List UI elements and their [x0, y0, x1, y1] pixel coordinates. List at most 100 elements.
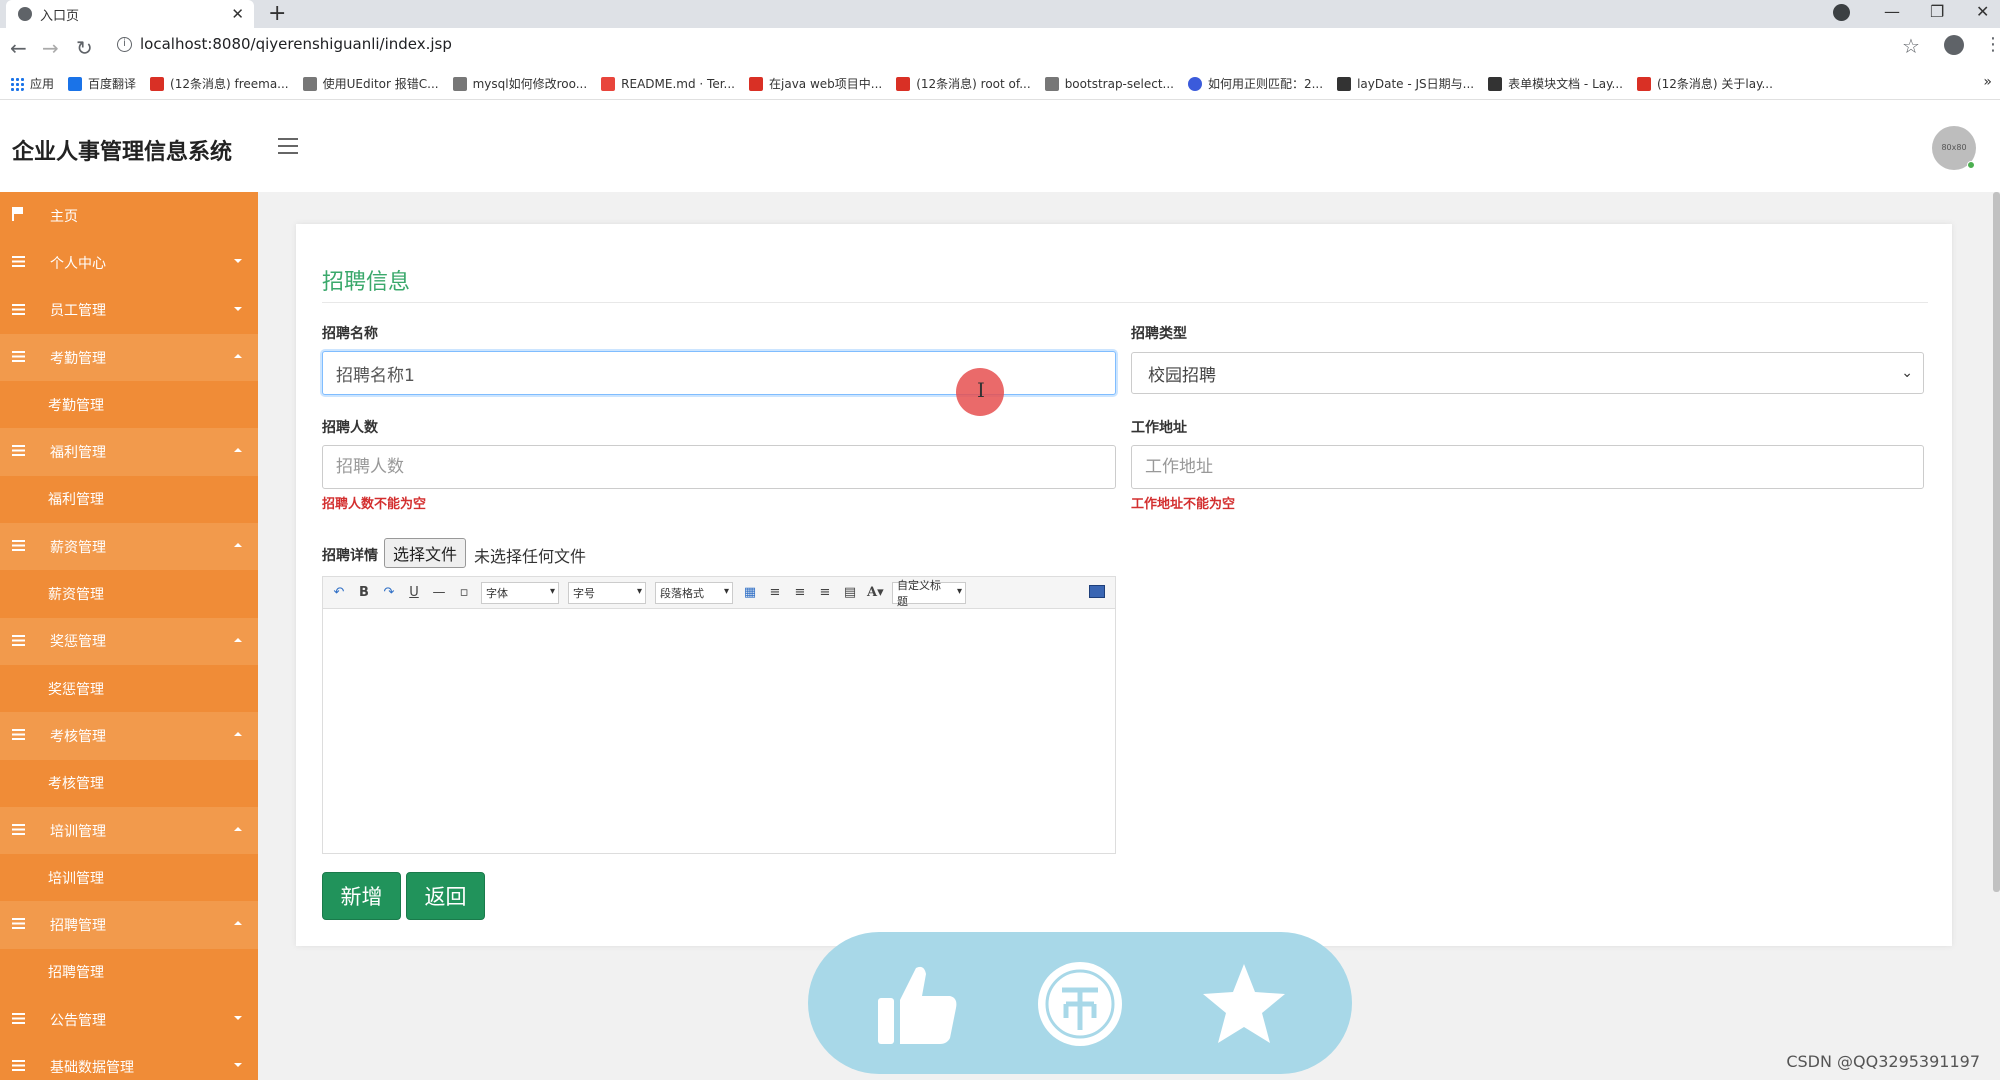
sidebar-item[interactable]: 员工管理	[0, 286, 258, 334]
browser-menu-icon[interactable]: ⋮	[1984, 34, 2000, 55]
scrollbar-thumb[interactable]	[1993, 192, 2000, 892]
font-family-select[interactable]: 字体	[481, 581, 559, 604]
sidebar-item-label: 培训管理	[48, 870, 104, 887]
thumbs-up-icon[interactable]	[872, 960, 960, 1048]
info-icon[interactable]: i	[117, 36, 132, 52]
profile-icon[interactable]	[1833, 4, 1850, 21]
sidebar-item-label: 招聘管理	[48, 965, 104, 982]
horizontal-rule-icon[interactable]: —	[431, 585, 447, 601]
sidebar-subitem[interactable]: 考勤管理	[0, 381, 258, 429]
sidebar-item[interactable]: 考勤管理	[0, 333, 258, 382]
grid-icon	[12, 1060, 25, 1072]
restore-icon[interactable]: ❐	[1930, 2, 1944, 21]
editor-body[interactable]	[323, 610, 1115, 853]
font-size-select[interactable]: 字号	[568, 581, 646, 604]
new-tab-icon[interactable]: +	[268, 1, 286, 26]
font-color-icon[interactable]: A▾	[867, 585, 884, 601]
bookmark-label: 使用UEditor 报错C...	[322, 77, 439, 91]
table-icon[interactable]: ▦	[742, 585, 758, 601]
page-scrollbar[interactable]	[1993, 192, 2000, 1062]
bookmark-item[interactable]: mysql如何修改roo...	[452, 75, 587, 92]
work-address-input[interactable]	[1131, 445, 1924, 489]
chevron-up-icon	[234, 637, 242, 642]
recruit-type-select[interactable]: 校园招聘 ⌄	[1131, 352, 1924, 394]
chevron-up-icon	[234, 543, 242, 548]
bookmark-item[interactable]: 在java web项目中...	[749, 75, 882, 92]
chevron-up-icon	[234, 732, 242, 737]
sidebar-item[interactable]: 奖惩管理	[0, 617, 258, 665]
menu-toggle-icon[interactable]	[278, 138, 298, 154]
underline-icon[interactable]: U	[406, 585, 422, 601]
sidebar-subitem[interactable]: 薪资管理	[0, 570, 258, 618]
bookmark-label: 应用	[30, 77, 55, 91]
bookmark-item[interactable]: (12条消息) freema...	[150, 75, 289, 92]
align-left-icon[interactable]: ≡	[767, 585, 783, 601]
apps-grid-icon	[10, 76, 24, 91]
align-justify-icon[interactable]: ▤	[842, 585, 858, 601]
recruit-count-input[interactable]	[322, 445, 1116, 489]
redo-icon[interactable]: ↷	[381, 585, 397, 601]
sidebar-item[interactable]: 薪资管理	[0, 523, 258, 571]
bookmark-item[interactable]: 百度翻译	[68, 75, 136, 92]
sidebar-subitem[interactable]: 招聘管理	[0, 948, 258, 997]
bookmark-star-icon[interactable]: ☆	[1902, 34, 1920, 58]
bookmark-item[interactable]: 表单模块文档 - Lay...	[1488, 75, 1623, 92]
align-right-icon[interactable]: ≡	[792, 585, 808, 601]
url-field[interactable]: i localhost:8080/qiyerenshiguanli/index.…	[117, 35, 452, 53]
back-button[interactable]: 返回	[406, 872, 485, 920]
sidebar-item[interactable]: 公告管理	[0, 996, 258, 1044]
layui-icon	[1337, 76, 1352, 91]
bookmark-item[interactable]: 使用UEditor 报错C...	[302, 75, 439, 92]
paragraph-format-select[interactable]: 段落格式	[655, 581, 733, 604]
close-tab-icon[interactable]: ✕	[231, 5, 244, 23]
bookmark-item[interactable]: README.md · Ter...	[601, 76, 735, 91]
sidebar-subitem[interactable]: 考核管理	[0, 759, 258, 807]
bookmark-item[interactable]: layDate - JS日期与...	[1337, 75, 1474, 92]
minimize-icon[interactable]: —	[1884, 2, 1900, 21]
watermark: CSDN @QQ3295391197	[1786, 1052, 1980, 1071]
recruit-type-value: 校园招聘	[1148, 365, 1216, 386]
bookmark-item[interactable]: 如何用正则匹配：2...	[1187, 75, 1323, 92]
align-center-icon[interactable]: ≡	[817, 585, 833, 601]
sidebar-item-label: 公告管理	[50, 1012, 106, 1029]
sidebar-item[interactable]: 考核管理	[0, 712, 258, 760]
csdn-icon	[150, 76, 165, 91]
page-icon[interactable]: ▫	[456, 585, 472, 601]
sidebar-item[interactable]: 个人中心	[0, 239, 258, 287]
sidebar-subitem[interactable]: 福利管理	[0, 475, 258, 524]
sidebar-subitem[interactable]: 奖惩管理	[0, 664, 258, 713]
favorite-star-icon[interactable]	[1200, 960, 1288, 1048]
sidebar-subitem[interactable]: 培训管理	[0, 854, 258, 902]
bookmark-label: (12条消息) root of...	[916, 77, 1031, 91]
form-panel: 招聘信息 招聘名称 招聘类型 校园招聘 ⌄ 招聘人数 招聘人数不能为空 工作地址…	[296, 224, 1952, 946]
add-button[interactable]: 新增	[322, 872, 401, 920]
forward-arrow-icon[interactable]: →	[42, 36, 59, 60]
back-arrow-icon[interactable]: ←	[10, 36, 27, 60]
bookmark-item[interactable]: (12条消息) 关于lay...	[1636, 75, 1773, 92]
fullscreen-icon[interactable]	[1089, 585, 1105, 598]
app-title: 企业人事管理信息系统	[12, 140, 233, 165]
bookmark-item[interactable]: (12条消息) root of...	[896, 75, 1031, 92]
grid-icon	[12, 918, 25, 930]
sidebar-item[interactable]: 福利管理	[0, 428, 258, 476]
browser-tab[interactable]: 入口页 ✕	[6, 0, 254, 28]
close-window-icon[interactable]: ✕	[1976, 2, 1989, 21]
title-divider	[322, 302, 1928, 303]
bold-icon[interactable]: B	[356, 585, 372, 601]
sidebar-item-label: 员工管理	[50, 303, 106, 320]
account-icon[interactable]	[1944, 35, 1964, 55]
address-label: 工作地址	[1131, 420, 1187, 436]
custom-title-select[interactable]: 自定义标题	[892, 579, 966, 608]
undo-icon[interactable]: ↶	[331, 585, 347, 601]
bookmark-item[interactable]: bootstrap-select...	[1044, 76, 1174, 91]
coin-icon[interactable]	[1036, 960, 1124, 1048]
choose-file-button[interactable]: 选择文件	[384, 538, 467, 568]
sidebar-item[interactable]: 招聘管理	[0, 901, 258, 949]
sidebar-item[interactable]: 培训管理	[0, 806, 258, 855]
flag-icon	[12, 207, 23, 221]
bookmark-item[interactable]: 应用	[10, 75, 54, 92]
sidebar-item[interactable]: 基础数据管理	[0, 1043, 258, 1080]
reload-icon[interactable]: ↻	[76, 36, 93, 60]
more-bookmarks-icon[interactable]: »	[1983, 74, 1992, 90]
sidebar-item[interactable]: 主页	[0, 192, 258, 240]
